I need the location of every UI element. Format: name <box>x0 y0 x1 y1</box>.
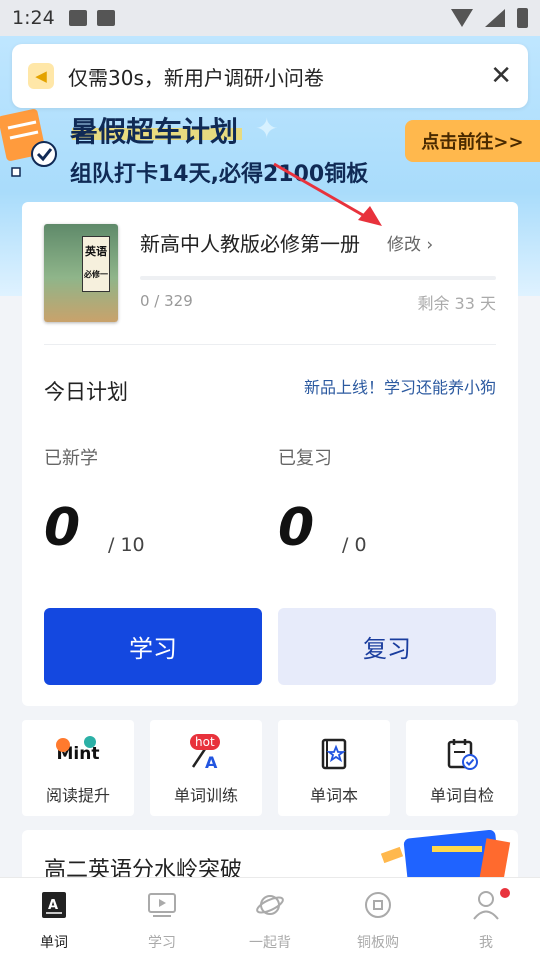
today-plan-title: 今日计划 <box>44 380 128 404</box>
tab-label: 学习 <box>148 935 176 951</box>
tile-reading[interactable]: Mint 阅读提升 <box>22 720 134 816</box>
clipboard-check-icon <box>442 734 482 774</box>
tab-label: 我 <box>479 935 493 951</box>
book-title: 新高中人教版必修第一册 <box>140 232 360 256</box>
hot-badge: hot <box>190 734 220 750</box>
tab-me[interactable]: 我 <box>432 878 540 960</box>
tab-study[interactable]: 学习 <box>108 878 216 960</box>
word-book-icon: A <box>39 890 69 920</box>
sparkle-icon: ✦ <box>255 112 279 145</box>
star-book-icon <box>314 734 354 774</box>
status-bar: 1:24 <box>0 0 540 36</box>
person-icon <box>471 890 501 920</box>
planet-icon <box>255 890 285 920</box>
coin-icon <box>363 890 393 920</box>
reviewed-total: / 0 <box>342 534 367 556</box>
book-cover-subject: 英语 <box>85 245 107 258</box>
close-icon[interactable]: ✕ <box>490 61 512 91</box>
red-arrow-annotation <box>273 162 382 226</box>
notice-text: 仅需30s，新用户调研小问卷 <box>68 65 324 90</box>
tile-word-training[interactable]: A hot 单词训练 <box>150 720 262 816</box>
bottom-tab-bar: A 单词 学习 一起背 铜板购 我 <box>0 877 540 960</box>
progress-count: 0 / 329 <box>140 292 193 310</box>
svg-text:A: A <box>48 898 58 913</box>
logo-dot <box>84 736 96 748</box>
promo-title: 暑假超车计划 <box>70 115 239 148</box>
feature-tiles: Mint 阅读提升 A hot 单词训练 单词本 单词自检 <box>22 720 518 816</box>
new-learned-label: 已新学 <box>44 448 98 469</box>
survey-notice[interactable]: ◀ 仅需30s，新用户调研小问卷 ✕ <box>12 44 528 108</box>
tile-self-check[interactable]: 单词自检 <box>406 720 518 816</box>
new-learned-total: / 10 <box>108 534 145 556</box>
a-notification-icon <box>96 10 115 26</box>
tile-label: 单词本 <box>309 786 358 805</box>
progress-bar <box>140 276 496 280</box>
review-button[interactable]: 复习 <box>278 608 496 685</box>
tab-coin-shop[interactable]: 铜板购 <box>324 878 432 960</box>
tab-label: 单词 <box>40 935 68 951</box>
battery-icon <box>517 8 528 28</box>
calendar-check-icon <box>0 109 57 177</box>
gallery-icon <box>68 10 87 26</box>
new-feature-link[interactable]: 新品上线！学习还能养小狗 <box>304 374 496 398</box>
tab-label: 一起背 <box>249 935 291 951</box>
notification-dot <box>500 888 510 898</box>
tile-word-book[interactable]: 单词本 <box>278 720 390 816</box>
tile-label: 单词自检 <box>429 786 494 805</box>
tab-label: 铜板购 <box>357 935 399 951</box>
book-cover-label: 英语 必修一 <box>82 236 110 292</box>
svg-text:A: A <box>205 753 218 771</box>
tab-together[interactable]: 一起背 <box>216 878 324 960</box>
days-left: 剩余 33 天 <box>417 294 496 313</box>
play-screen-icon <box>147 890 177 920</box>
speaker-icon: ◀ <box>28 63 54 89</box>
plan-card: 英语 必修一 新高中人教版必修第一册 修改 › 0 / 329 剩余 33 天 … <box>22 202 518 706</box>
signal-icon <box>485 9 505 27</box>
tile-label: 阅读提升 <box>45 786 110 805</box>
tab-words[interactable]: A 单词 <box>0 878 108 960</box>
tile-label: 单词训练 <box>173 786 238 805</box>
edit-book-link[interactable]: 修改 › <box>387 230 433 255</box>
learn-button[interactable]: 学习 <box>44 608 262 685</box>
book-cover-volume: 必修一 <box>84 270 108 279</box>
reviewed-count: 0 <box>278 498 315 558</box>
divider <box>44 344 496 345</box>
book-cover[interactable]: 英语 必修一 <box>44 224 118 322</box>
new-learned-count: 0 <box>44 498 81 558</box>
reviewed-label: 已复习 <box>278 448 332 469</box>
wifi-icon <box>451 9 473 27</box>
promo-go-button[interactable]: 点击前往>> <box>405 120 540 162</box>
status-time: 1:24 <box>12 7 55 29</box>
logo-dot <box>56 738 70 752</box>
